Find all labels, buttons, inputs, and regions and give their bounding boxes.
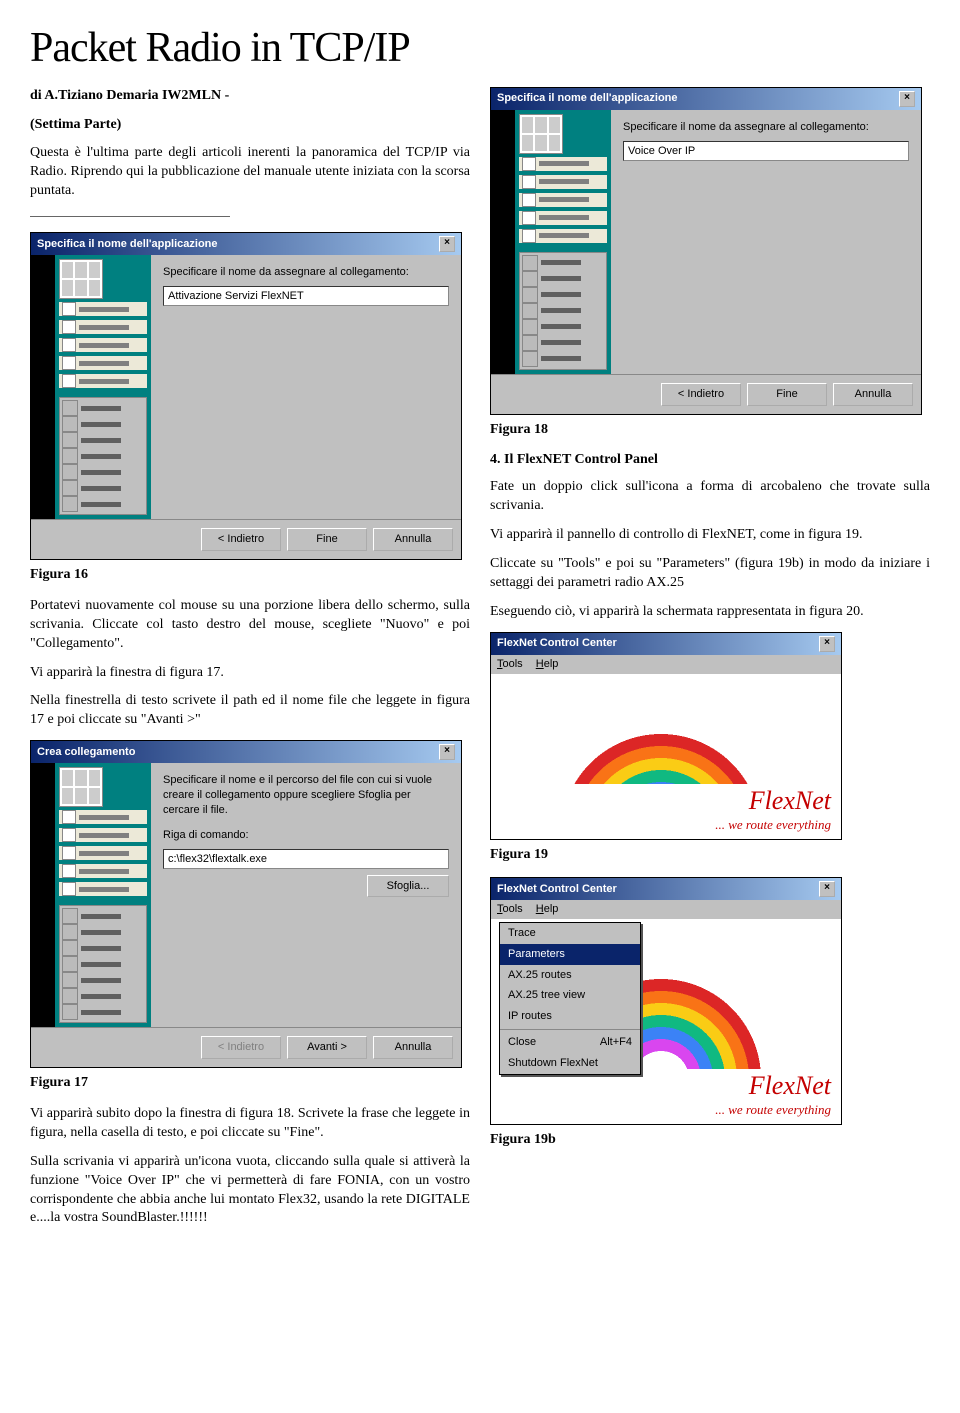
dialog-fig18: Specifica il nome dell'applicazione × [490,87,922,415]
close-icon[interactable]: × [819,636,835,652]
menu-item-ax25tree[interactable]: AX.25 tree view [500,985,640,1006]
flexnet-dialog-19b: FlexNet Control Center × Tools Help Trac… [490,877,842,1125]
fig18-label: Figura 18 [490,421,930,440]
rainbow-icon [491,674,841,784]
flexnet-slogan: ... we route everything [491,816,841,840]
page-title: Packet Radio in TCP/IP [30,20,930,77]
dialog18-name-input[interactable] [623,141,909,161]
menu-help[interactable]: Help [536,658,559,670]
menu-item-iproutes[interactable]: IP routes [500,1006,640,1027]
intro-paragraph: Questa è l'ultima parte degli articoli i… [30,144,470,201]
dialog16-name-input[interactable] [163,286,449,306]
dialog18-label: Specificare il nome da assegnare al coll… [623,120,909,135]
part-label: (Settima Parte) [30,116,470,135]
close-icon[interactable]: × [439,236,455,252]
menu-tools[interactable]: Tools [497,658,523,670]
menu-item-close[interactable]: CloseAlt+F4 [500,1032,640,1053]
menu-help-19b[interactable]: Help [536,903,559,915]
flexnet-brand: FlexNet [491,784,841,816]
dialog-fig16: Specifica il nome dell'applicazione × [30,232,462,560]
dialog-fig17: Crea collegamento × [30,740,462,1068]
btn-indietro-16[interactable]: < Indietro [201,528,281,551]
para-vi17: Vi apparirà la finestra di figura 17. [30,664,470,683]
fig16-label: Figura 16 [30,566,470,585]
para-fig17a: Vi apparirà subito dopo la finestra di f… [30,1105,470,1143]
fig19b-label: Figura 19b [490,1131,930,1150]
btn-annulla-17[interactable]: Annulla [373,1036,453,1059]
menu-item-ax25routes[interactable]: AX.25 routes [500,965,640,986]
menu-item-parameters[interactable]: Parameters [500,944,640,965]
para-pannello: Vi apparirà il pannello di controllo di … [490,526,930,545]
dialog16-label: Specificare il nome da assegnare al coll… [163,265,449,280]
dialog17-command-input[interactable] [163,849,449,869]
btn-fine-18[interactable]: Fine [747,383,827,406]
btn-avanti-17[interactable]: Avanti > [287,1036,367,1059]
dialog17-title: Crea collegamento [37,745,135,760]
fig19-label: Figura 19 [490,846,930,865]
btn-indietro-18[interactable]: < Indietro [661,383,741,406]
section-4-heading: 4. Il FlexNET Control Panel [490,451,930,470]
dialog18-title: Specifica il nome dell'applicazione [497,91,678,106]
menu-tools-open[interactable]: Tools [497,903,523,915]
close-icon[interactable]: × [899,91,915,107]
flexnet-title: FlexNet Control Center [497,636,617,651]
tools-dropdown: Trace Parameters AX.25 routes AX.25 tree… [499,922,641,1075]
flexnet-title-19b: FlexNet Control Center [497,882,617,897]
para-fig17b: Sulla scrivania vi apparirà un'icona vuo… [30,1153,470,1229]
para-eseguendo: Eseguendo ciò, vi apparirà la schermata … [490,603,930,622]
btn-sfoglia[interactable]: Sfoglia... [367,875,449,898]
divider [30,216,230,217]
para-cliccate: Cliccate su "Tools" e poi su "Parameters… [490,555,930,593]
btn-indietro-17: < Indietro [201,1036,281,1059]
flexnet-dialog-19: FlexNet Control Center × Tools Help Flex… [490,632,842,840]
btn-annulla-18[interactable]: Annulla [833,383,913,406]
dialog17-label2: Riga di comando: [163,828,449,843]
close-icon[interactable]: × [819,881,835,897]
byline: di A.Tiziano Demaria IW2MLN - [30,87,470,106]
para-nella: Nella finestrella di testo scrivete il p… [30,692,470,730]
para-fate: Fate un doppio click sull'icona a forma … [490,478,930,516]
dialog16-title: Specifica il nome dell'applicazione [37,237,218,252]
flexnet-slogan-19b: ... we route everything [491,1101,841,1125]
para-portatevi: Portatevi nuovamente col mouse su una po… [30,597,470,654]
close-icon[interactable]: × [439,744,455,760]
fig17-label: Figura 17 [30,1074,470,1093]
menu-item-shutdown[interactable]: Shutdown FlexNet [500,1053,640,1074]
btn-annulla-16[interactable]: Annulla [373,528,453,551]
menu-item-trace[interactable]: Trace [500,923,640,944]
btn-fine-16[interactable]: Fine [287,528,367,551]
dialog17-label1: Specificare il nome e il percorso del fi… [163,773,449,818]
